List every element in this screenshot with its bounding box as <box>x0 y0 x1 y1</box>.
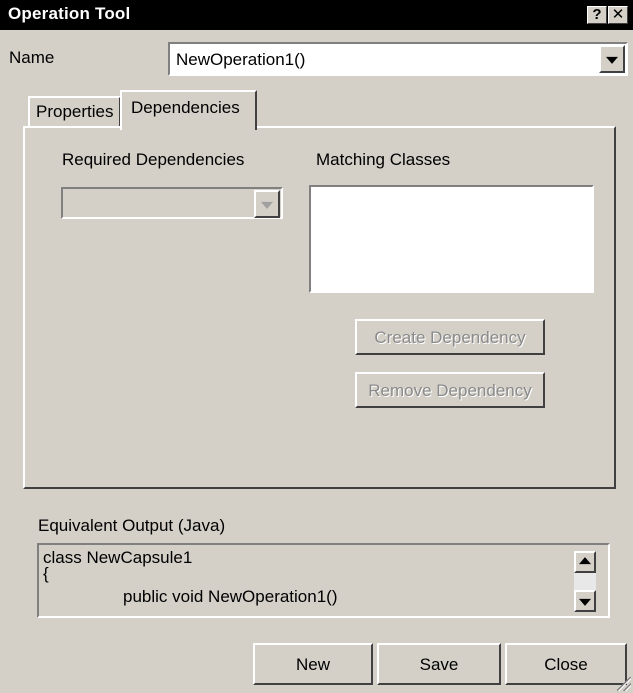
required-dependencies-combo[interactable] <box>61 187 283 219</box>
required-dependencies-label: Required Dependencies <box>62 150 245 169</box>
required-dependencies-dropdown-button[interactable] <box>254 190 280 218</box>
chevron-down-icon <box>261 201 273 209</box>
tab-properties[interactable]: Properties <box>28 96 121 126</box>
chevron-down-icon <box>579 598 591 606</box>
close-window-button[interactable]: ✕ <box>608 6 628 24</box>
name-label: Name <box>9 48 55 67</box>
close-button[interactable]: Close <box>505 643 627 685</box>
window-title: Operation Tool <box>8 4 131 23</box>
equivalent-output-label: Equivalent Output (Java) <box>38 516 226 535</box>
resize-grip[interactable] <box>617 677 631 691</box>
help-icon: ? <box>592 6 602 23</box>
name-combo[interactable]: NewOperation1() <box>168 42 628 76</box>
chevron-up-icon <box>579 557 591 565</box>
tab-dependencies-label: Dependencies <box>131 98 240 117</box>
scroll-up-button[interactable] <box>574 551 596 573</box>
output-line: { <box>43 564 49 583</box>
new-button[interactable]: New <box>253 643 373 685</box>
dependencies-panel <box>23 126 616 489</box>
output-line: class NewCapsule1 <box>43 548 193 567</box>
matching-classes-label: Matching Classes <box>316 150 451 169</box>
name-value: NewOperation1() <box>176 50 306 69</box>
scroll-down-button[interactable] <box>574 590 596 612</box>
tab-properties-label: Properties <box>36 102 114 121</box>
help-button[interactable]: ? <box>587 6 607 24</box>
matching-classes-list[interactable] <box>309 185 594 293</box>
scrollbar-thumb[interactable] <box>574 573 596 590</box>
close-icon: ✕ <box>611 6 625 23</box>
output-line: public void NewOperation1() <box>123 587 338 606</box>
name-dropdown-button[interactable] <box>599 45 625 73</box>
equivalent-output-textarea[interactable]: class NewCapsule1 { public void NewOpera… <box>37 543 610 618</box>
create-dependency-button[interactable]: Create Dependency <box>355 319 545 355</box>
save-button[interactable]: Save <box>377 643 501 685</box>
chevron-down-icon <box>606 56 618 64</box>
tab-dependencies[interactable]: Dependencies <box>120 90 257 130</box>
remove-dependency-button[interactable]: Remove Dependency <box>355 372 545 408</box>
